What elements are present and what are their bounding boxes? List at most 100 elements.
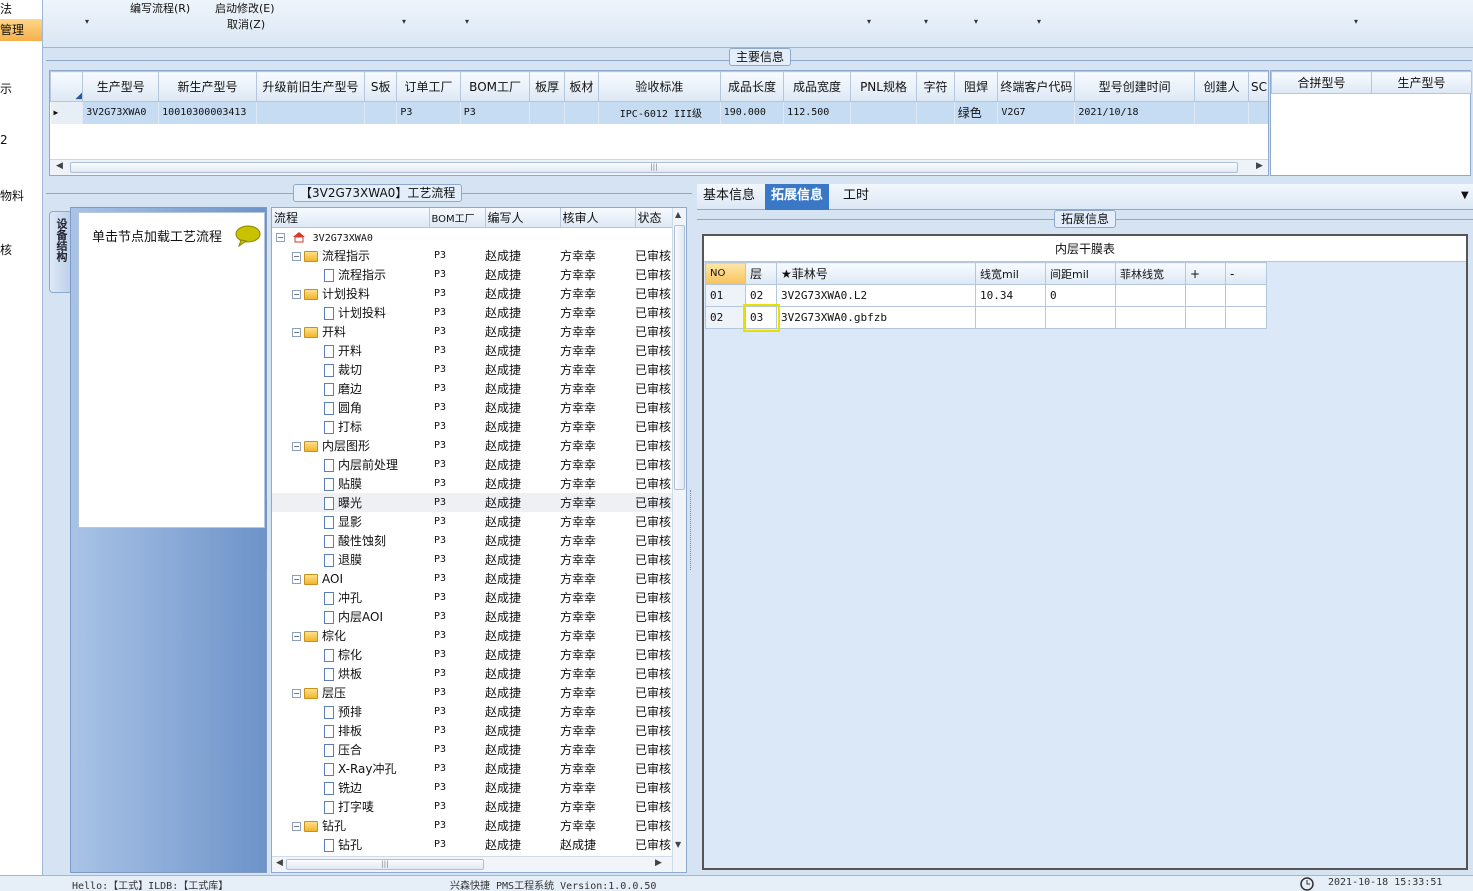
col-header[interactable]: ★菲林号 <box>776 262 976 285</box>
nav-item-material[interactable]: 物料 <box>0 187 24 204</box>
chevron-down-icon[interactable]: ▾ <box>1037 17 1041 26</box>
cell[interactable] <box>916 101 955 124</box>
scroll-right-icon[interactable]: ▶ <box>1256 161 1263 171</box>
nav-item-manage[interactable]: 管理 <box>0 19 42 41</box>
tree-node-row[interactable]: 磨边 P3 赵成捷 方幸幸 已审核 <box>272 379 672 398</box>
col-header[interactable]: 成品宽度 <box>783 71 851 102</box>
tree-folder-row[interactable]: − AOI P3 赵成捷 方幸幸 已审核 <box>272 569 672 588</box>
tree-root[interactable]: − 3V2G73XWA0 <box>272 227 672 246</box>
col-header[interactable]: 间距mil <box>1045 262 1116 285</box>
scroll-thumb[interactable] <box>674 225 685 490</box>
col-header[interactable]: 终端客户代码 <box>997 71 1076 102</box>
scroll-left-icon[interactable]: ◀ <box>276 858 283 868</box>
col-header[interactable]: 型号创建时间 <box>1074 71 1195 102</box>
nav-item-2[interactable]: 2 <box>0 133 8 147</box>
cell[interactable]: 3V2G73XWA0.L2 <box>776 284 976 307</box>
collapse-icon[interactable]: − <box>292 290 301 299</box>
cell[interactable]: P3 <box>396 101 461 124</box>
tree-node-row[interactable]: 棕化 P3 赵成捷 方幸幸 已审核 <box>272 645 672 664</box>
add-column-button[interactable]: + <box>1185 262 1226 285</box>
col-header[interactable]: NO <box>705 262 746 285</box>
scroll-left-icon[interactable]: ◀ <box>56 161 63 171</box>
col-header[interactable]: 生产型号 <box>82 71 160 102</box>
scroll-thumb[interactable]: ||| <box>70 162 1238 173</box>
tab-work-hours[interactable]: 工时 <box>837 184 875 210</box>
cell[interactable]: 02 <box>745 284 777 307</box>
tree-node-row[interactable]: 退膜 P3 赵成捷 方幸幸 已审核 <box>272 550 672 569</box>
tree-node-row[interactable]: 打字唛 P3 赵成捷 方幸幸 已审核 <box>272 797 672 816</box>
nav-item-review[interactable]: 核 <box>0 241 12 258</box>
tree-node-row[interactable]: 排板 P3 赵成捷 方幸幸 已审核 <box>272 721 672 740</box>
cell[interactable] <box>256 101 366 124</box>
cell[interactable] <box>975 306 1046 329</box>
col-header[interactable]: 验收标准 <box>598 71 721 102</box>
structure-list[interactable]: 单击节点加载工艺流程 <box>78 212 265 528</box>
table-row[interactable]: 01 02 3V2G73XWA0.L2 10.34 0 <box>705 284 1267 307</box>
col-header[interactable]: 板厚 <box>529 71 565 102</box>
collapse-icon[interactable]: − <box>292 689 301 698</box>
tree-node-row[interactable]: 铣边 P3 赵成捷 方幸幸 已审核 <box>272 778 672 797</box>
tree-node-row[interactable]: 计划投料 P3 赵成捷 方幸幸 已审核 <box>272 303 672 322</box>
col-header[interactable]: 订单工厂 <box>396 71 461 102</box>
tree-node-row[interactable]: 流程指示 P3 赵成捷 方幸幸 已审核 <box>272 265 672 284</box>
scroll-thumb[interactable]: ||| <box>286 859 484 870</box>
cell[interactable] <box>364 101 398 124</box>
cell[interactable]: 112.500 <box>783 101 851 124</box>
cell[interactable]: 10.34 <box>975 284 1046 307</box>
collapse-icon[interactable]: − <box>292 574 301 584</box>
cell[interactable] <box>1185 306 1226 329</box>
tree-folder-row[interactable]: − 开料 P3 赵成捷 方幸幸 已审核 <box>272 322 672 341</box>
splitter[interactable] <box>690 490 695 570</box>
col-header[interactable]: 状态 <box>635 208 673 228</box>
cell[interactable]: V2G7 <box>997 101 1076 124</box>
cell[interactable]: 190.000 <box>720 101 785 124</box>
nav-item-show[interactable]: 示 <box>0 80 12 97</box>
cancel-button[interactable]: 取消(Z) <box>227 16 265 32</box>
col-header[interactable]: 流程 <box>272 208 430 228</box>
cell[interactable] <box>1185 284 1226 307</box>
remove-column-button[interactable]: - <box>1225 262 1267 285</box>
chevron-down-icon[interactable]: ▾ <box>85 17 89 26</box>
col-header[interactable]: 核审人 <box>560 208 636 228</box>
col-header[interactable]: 阻焊 <box>953 71 999 102</box>
scroll-right-icon[interactable]: ▶ <box>655 858 662 868</box>
tree-node-row[interactable]: 打标 P3 赵成捷 方幸幸 已审核 <box>272 417 672 436</box>
tree-node-row[interactable]: 钻孔 P3 赵成捷 赵成捷 已审核 <box>272 835 672 854</box>
tree-node-row[interactable]: 显影 P3 赵成捷 方幸幸 已审核 <box>272 512 672 531</box>
cell[interactable]: 3V2G73XWA0.gbfzb <box>776 306 976 329</box>
collapse-icon[interactable]: − <box>292 822 301 831</box>
col-header[interactable]: PNL规格 <box>849 71 918 102</box>
cell[interactable] <box>564 101 600 124</box>
col-header[interactable]: 字符 <box>916 71 955 102</box>
cell[interactable]: P3 <box>460 101 531 124</box>
cell[interactable]: 10010300003413 <box>158 101 257 124</box>
cell[interactable] <box>1194 101 1250 124</box>
tree-node-row[interactable]: 冲孔 P3 赵成捷 方幸幸 已审核 <box>272 588 672 607</box>
col-header[interactable]: 合拼型号 <box>1271 71 1372 94</box>
table-row[interactable]: 02 03 3V2G73XWA0.gbfzb <box>705 303 1267 332</box>
tree-node-row[interactable]: 内层前处理 P3 赵成捷 方幸幸 已审核 <box>272 455 672 474</box>
collapse-icon[interactable]: − <box>292 442 301 451</box>
collapse-icon[interactable]: − <box>276 232 285 242</box>
scroll-up-icon[interactable]: ▲ <box>675 210 681 219</box>
tree-node-row[interactable]: X-Ray冲孔 P3 赵成捷 方幸幸 已审核 <box>272 759 672 778</box>
col-header[interactable]: SC <box>1248 71 1268 102</box>
tree-folder-row[interactable]: − 计划投料 P3 赵成捷 方幸幸 已审核 <box>272 284 672 303</box>
cell[interactable] <box>529 101 565 124</box>
col-header[interactable]: 成品长度 <box>719 71 785 102</box>
tree-folder-row[interactable]: − 内层图形 P3 赵成捷 方幸幸 已审核 <box>272 436 672 455</box>
tree-node-row[interactable]: 曝光 P3 赵成捷 方幸幸 已审核 <box>272 493 672 512</box>
tree-folder-row[interactable]: − 层压 P3 赵成捷 方幸幸 已审核 <box>272 683 672 702</box>
col-header[interactable]: S板 <box>364 71 398 102</box>
tree-folder-row[interactable]: − 流程指示 P3 赵成捷 方幸幸 已审核 <box>272 246 672 265</box>
cell[interactable] <box>1225 306 1267 329</box>
nav-item-method[interactable]: 法 <box>0 0 12 17</box>
collapse-icon[interactable]: − <box>292 328 301 337</box>
tree-node-row[interactable]: 贴膜 P3 赵成捷 方幸幸 已审核 <box>272 474 672 493</box>
col-header[interactable]: 菲林线宽 <box>1115 262 1186 285</box>
cell[interactable] <box>1115 284 1186 307</box>
cell[interactable]: 2021/10/18 <box>1074 101 1195 124</box>
cell[interactable]: 绿色 <box>954 101 999 124</box>
tree-node-row[interactable]: 内层AOI P3 赵成捷 方幸幸 已审核 <box>272 607 672 626</box>
cell[interactable]: IPC-6012 III级 <box>598 101 721 124</box>
